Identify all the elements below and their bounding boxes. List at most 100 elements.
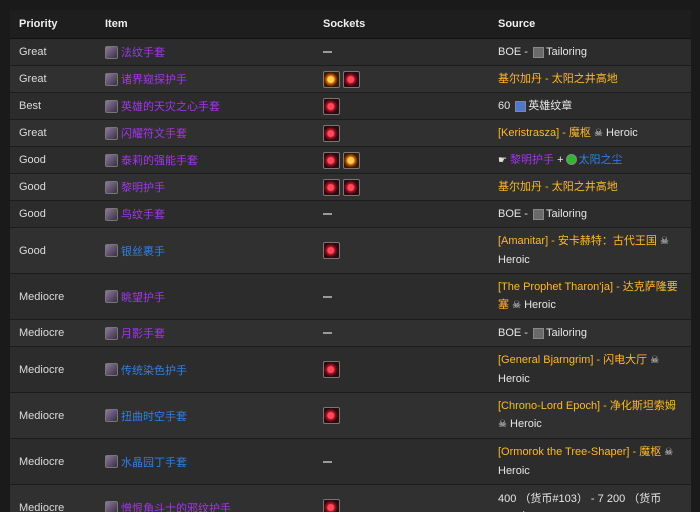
header-sockets[interactable]: Sockets (313, 18, 488, 30)
source-cell: BOE - Tailoring (488, 43, 691, 61)
tailoring-icon (533, 327, 545, 339)
header-item[interactable]: Item (95, 18, 313, 30)
priority-cell: Good (19, 154, 46, 166)
priority-cell: Good (19, 208, 46, 220)
item-link[interactable]: 传统染色护手 (121, 362, 187, 378)
red-gem-icon[interactable] (323, 242, 340, 259)
source-boe: BOE - (498, 46, 532, 58)
table-header: Priority Item Sockets Source (10, 10, 691, 39)
item-cell: 泰莉的强能手套 (95, 152, 313, 168)
source-profession[interactable]: Tailoring (546, 327, 587, 339)
item-link[interactable]: 银丝裹手 (121, 243, 165, 259)
table-row: Mediocre 憎恨角斗士的邪纹护手 400 （货币#103） - 7 200 （… (10, 485, 691, 512)
item-link[interactable]: 诸界窥探护手 (121, 71, 187, 87)
no-socket-dash (323, 295, 332, 298)
red-gem-icon[interactable] (323, 151, 340, 169)
red-gem-icon[interactable] (323, 97, 340, 115)
plus-sign: + (557, 153, 564, 166)
orange-gem-icon[interactable] (343, 151, 360, 169)
item-icon[interactable] (105, 72, 118, 86)
skull-icon: ☠ (512, 300, 522, 311)
item-link[interactable]: 眺望护手 (121, 289, 165, 305)
item-link[interactable]: 鸟纹手套 (121, 206, 165, 222)
header-priority[interactable]: Priority (10, 18, 95, 30)
table-row: Good 黎明护手 基尔加丹 - 太阳之井高地 (10, 174, 691, 201)
source-link[interactable]: [Amanitar] - 安卡赫特：古代王国 (498, 235, 657, 247)
orange-gem-icon[interactable] (323, 70, 340, 88)
item-link[interactable]: 泰莉的强能手套 (121, 152, 198, 168)
item-link[interactable]: 法纹手套 (121, 44, 165, 60)
skull-icon: ☠ (593, 127, 603, 139)
source-cell: BOE - Tailoring (488, 205, 691, 223)
table-row: Good 鸟纹手套 BOE - Tailoring (10, 201, 691, 228)
source-boe: BOE - (498, 208, 532, 220)
source-item-link[interactable]: 黎明护手 (507, 154, 557, 166)
red-gem-icon[interactable] (323, 178, 340, 196)
table-row: Mediocre 月影手套 BOE - Tailoring (10, 320, 691, 347)
skull-icon: ☠ (664, 447, 674, 458)
source-item-link[interactable]: 太阳之尘 (579, 154, 623, 166)
source-cell: BOE - Tailoring (488, 324, 691, 342)
source-cell: 400 （货币#103） - 7 200 （货币#104） (488, 490, 691, 512)
item-cell: 黎明护手 (95, 179, 313, 195)
item-icon[interactable] (105, 126, 118, 140)
item-link[interactable]: 扭曲时空手套 (121, 408, 187, 424)
item-icon[interactable] (105, 455, 118, 468)
item-cell: 水晶园丁手套 (95, 454, 313, 470)
item-icon[interactable] (105, 244, 118, 257)
priority-cell: Great (19, 73, 47, 85)
item-link[interactable]: 水晶园丁手套 (121, 454, 187, 470)
source-cell: [The Prophet Tharon'ja] - 达克萨隆要塞 ☠ Heroi… (488, 278, 691, 315)
item-link[interactable]: 月影手套 (121, 325, 165, 341)
table-row: Mediocre 水晶园丁手套 [Ormorok the Tree-Shaper] … (10, 439, 691, 485)
item-icon[interactable] (105, 45, 118, 59)
item-icon[interactable] (105, 290, 118, 303)
source-profession[interactable]: Tailoring (546, 46, 587, 58)
skull-icon: ☠ (659, 236, 669, 247)
source-link[interactable]: [Chrono-Lord Epoch] - 净化斯坦索姆 (498, 400, 676, 412)
item-icon[interactable] (105, 153, 118, 167)
item-icon[interactable] (105, 409, 118, 422)
item-cell: 月影手套 (95, 325, 313, 341)
item-link[interactable]: 黎明护手 (121, 179, 165, 195)
source-cell: 基尔加丹 - 太阳之井高地 (488, 178, 691, 196)
table-body: Great 法纹手套 BOE - Tailoring Great 诸界窥探护手 基尔加丹 … (10, 39, 691, 512)
item-link[interactable]: 憎恨角斗士的邪纹护手 (121, 500, 231, 512)
red-gem-icon[interactable] (323, 499, 340, 512)
source-cell: [General Bjarngrim] - 闪电大厅 ☠ Heroic (488, 351, 691, 388)
item-cell: 眺望护手 (95, 289, 313, 305)
source-link[interactable]: [General Bjarngrim] - 闪电大厅 (498, 354, 647, 366)
source-profession[interactable]: Tailoring (546, 208, 587, 220)
item-icon[interactable] (105, 501, 118, 512)
sockets-cell (313, 97, 488, 115)
source-boe: BOE - (498, 327, 532, 339)
item-icon[interactable] (105, 180, 118, 194)
sockets-cell (313, 242, 488, 259)
item-link[interactable]: 英雄的天灾之心手套 (121, 98, 220, 114)
sockets-cell (313, 456, 488, 468)
source-link[interactable]: [Ormorok the Tree-Shaper] - 魔枢 (498, 446, 661, 458)
sockets-cell (313, 151, 488, 169)
sockets-cell (313, 46, 488, 58)
heroic-label: Heroic (498, 254, 530, 266)
table-row: Mediocre 眺望护手 [The Prophet Tharon'ja] - 达克… (10, 274, 691, 320)
item-icon[interactable] (105, 363, 118, 376)
red-gem-icon[interactable] (323, 124, 340, 142)
red-gem-icon[interactable] (323, 407, 340, 424)
source-link[interactable]: 基尔加丹 - 太阳之井高地 (498, 181, 618, 193)
source-currency[interactable]: 英雄纹章 (528, 100, 572, 112)
table-row: Best 英雄的天灾之心手套 60 英雄纹章 (10, 93, 691, 120)
sockets-cell (313, 70, 488, 88)
red-gem-icon[interactable] (343, 178, 360, 196)
red-gem-icon[interactable] (343, 70, 360, 88)
item-icon[interactable] (105, 207, 118, 221)
item-icon[interactable] (105, 326, 118, 340)
source-link[interactable]: 基尔加丹 - 太阳之井高地 (498, 73, 618, 85)
item-link[interactable]: 闪耀符文手套 (121, 125, 187, 141)
red-gem-icon[interactable] (323, 361, 340, 378)
table-row: Great 法纹手套 BOE - Tailoring (10, 39, 691, 66)
header-source[interactable]: Source (488, 15, 691, 33)
sockets-cell (313, 499, 488, 512)
source-link[interactable]: [Keristrasza] - 魔枢 (498, 127, 591, 139)
item-icon[interactable] (105, 99, 118, 113)
